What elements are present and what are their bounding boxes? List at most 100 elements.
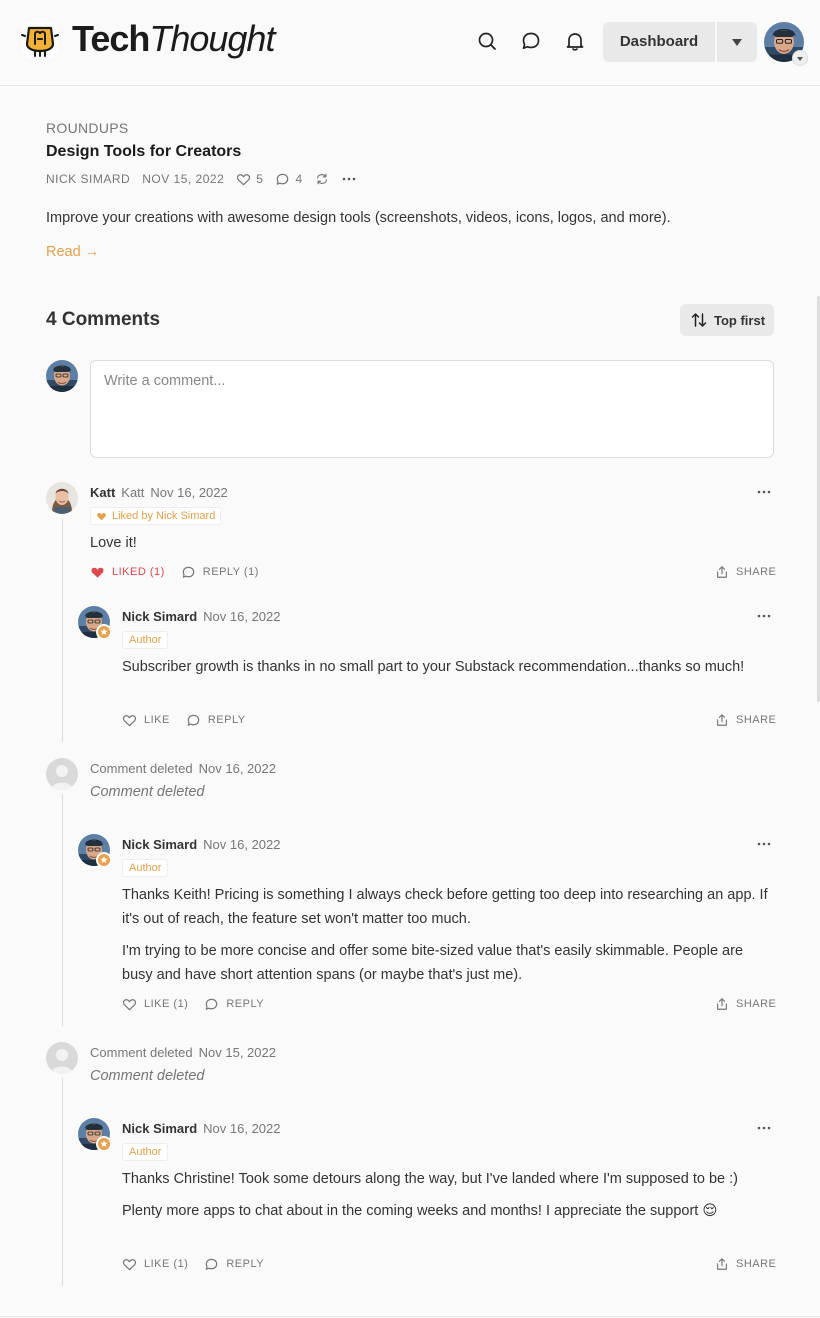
comment-handle[interactable]: Katt [121, 485, 144, 500]
reply-label: REPLY [207, 714, 246, 726]
section-label[interactable]: ROUNDUPS [46, 120, 129, 136]
share-icon [715, 1257, 729, 1271]
share-button[interactable]: SHARE [715, 563, 776, 581]
post-comment-button[interactable]: 4 [275, 172, 302, 187]
comment-body: Thanks Christine! Took some detours alon… [122, 1167, 772, 1223]
share-label: SHARE [736, 1258, 777, 1270]
thread-line[interactable] [62, 518, 63, 742]
post-author[interactable]: NICK SIMARD [46, 172, 130, 186]
comment-icon [204, 1257, 219, 1272]
like-button[interactable]: LIKED (1) [90, 565, 165, 580]
comment-paragraph: Thanks Keith! Pricing is something I alw… [122, 887, 768, 927]
heart-icon [96, 511, 107, 522]
comment-deleted-text: Comment deleted [90, 1068, 205, 1084]
search-icon[interactable] [476, 30, 498, 52]
comment-deleted-text: Comment deleted [90, 784, 205, 800]
read-link[interactable]: Read → [46, 244, 99, 260]
avatar [46, 758, 78, 790]
share-icon [715, 997, 729, 1011]
more-icon[interactable] [756, 836, 772, 852]
post-comment-count: 4 [295, 172, 303, 186]
reply-button[interactable]: REPLY [204, 1257, 264, 1272]
comment-paragraph: Subscriber growth is thanks in no small … [122, 659, 745, 675]
post-date: NOV 15, 2022 [142, 172, 225, 186]
sort-icon [691, 313, 707, 327]
compose-avatar [46, 360, 78, 392]
restack-button[interactable] [315, 172, 329, 186]
site-brand[interactable]: TechThought [72, 16, 275, 62]
heart-icon [122, 713, 137, 728]
like-button[interactable]: LIKE (1) [122, 1257, 188, 1272]
heart-icon [236, 172, 251, 187]
techthought-logo-icon[interactable] [20, 20, 60, 60]
account-menu-caret-icon[interactable] [792, 50, 808, 66]
comment-body: Subscriber growth is thanks in no small … [122, 655, 772, 679]
post-like-count: 5 [256, 172, 264, 186]
comment-author: Comment deleted [90, 1044, 193, 1060]
thread-line[interactable] [62, 794, 63, 1026]
reply-label: REPLY [226, 998, 265, 1010]
reply-button[interactable]: REPLY (1) [181, 565, 259, 580]
star-icon [96, 852, 112, 868]
comment-header: Comment deleted Nov 15, 2022 [90, 1043, 276, 1061]
comment-author[interactable]: Katt [90, 485, 115, 500]
comment-date[interactable]: Nov 16, 2022 [150, 485, 227, 500]
share-button[interactable]: SHARE [715, 1255, 776, 1273]
post-like-button[interactable]: 5 [236, 172, 263, 187]
top-bar: TechThought Dashboard [0, 0, 820, 86]
avatar[interactable] [46, 482, 78, 514]
comment-date[interactable]: Nov 16, 2022 [203, 609, 280, 624]
comment-date[interactable]: Nov 16, 2022 [203, 1121, 280, 1136]
chat-icon[interactable] [520, 30, 542, 52]
like-label: LIKE (1) [144, 1258, 189, 1270]
more-icon[interactable] [756, 1120, 772, 1136]
comment-date[interactable]: Nov 16, 2022 [199, 761, 276, 776]
comment-author[interactable]: Nick Simard [122, 1121, 197, 1136]
bell-icon[interactable] [564, 30, 586, 52]
comment-author[interactable]: Nick Simard [122, 837, 197, 852]
reply-button[interactable]: REPLY [204, 997, 264, 1012]
dashboard-dropdown-button[interactable] [717, 22, 757, 62]
like-button[interactable]: LIKE [122, 713, 170, 728]
comment-actions: LIKE (1) REPLY [122, 995, 280, 1013]
heart-icon [122, 997, 137, 1012]
comment-icon [204, 997, 219, 1012]
post-title[interactable]: Design Tools for Creators [46, 143, 241, 161]
comment-date[interactable]: Nov 15, 2022 [199, 1045, 276, 1060]
thread-line[interactable] [62, 1078, 63, 1286]
dashboard-button[interactable]: Dashboard [603, 22, 715, 62]
comment-date[interactable]: Nov 16, 2022 [203, 837, 280, 852]
share-button[interactable]: SHARE [715, 711, 776, 729]
share-label: SHARE [736, 566, 777, 578]
more-icon[interactable] [756, 608, 772, 624]
share-button[interactable]: SHARE [715, 995, 776, 1013]
comment-body: Love it! [90, 535, 137, 551]
comment-icon [186, 713, 201, 728]
comment-actions: LIKE (1) REPLY [122, 1255, 280, 1273]
comments-heading: 4 Comments [46, 309, 161, 330]
liked-by-label: Liked by Nick Simard [112, 510, 216, 522]
post-description: Improve your creations with awesome desi… [46, 210, 671, 226]
comment-actions: LIKE REPLY [122, 711, 262, 729]
author-badge: Author [122, 1143, 169, 1161]
comment-author[interactable]: Nick Simard [122, 609, 197, 624]
comment-input[interactable] [90, 360, 774, 458]
share-icon [715, 713, 729, 727]
reply-label: REPLY (1) [202, 566, 259, 578]
heart-icon [122, 1257, 137, 1272]
sort-button[interactable]: Top first [680, 304, 774, 336]
comment-header: Nick Simard Nov 16, 2022 [122, 835, 281, 853]
author-badge: Author [122, 631, 169, 649]
star-icon [96, 624, 112, 640]
brand-italic: Thought [149, 18, 275, 59]
post-more-button[interactable] [341, 171, 357, 187]
brand-bold: Tech [72, 18, 150, 59]
more-icon[interactable] [756, 484, 772, 500]
reply-button[interactable]: REPLY [186, 713, 246, 728]
like-label: LIKE (1) [144, 998, 189, 1010]
comment-icon [275, 172, 290, 187]
comment-paragraph: Plenty more apps to chat about in the co… [122, 1203, 718, 1219]
comment-header: Katt Katt Nov 16, 2022 [90, 483, 228, 501]
liked-by-badge: Liked by Nick Simard [90, 507, 222, 525]
like-button[interactable]: LIKE (1) [122, 997, 188, 1012]
